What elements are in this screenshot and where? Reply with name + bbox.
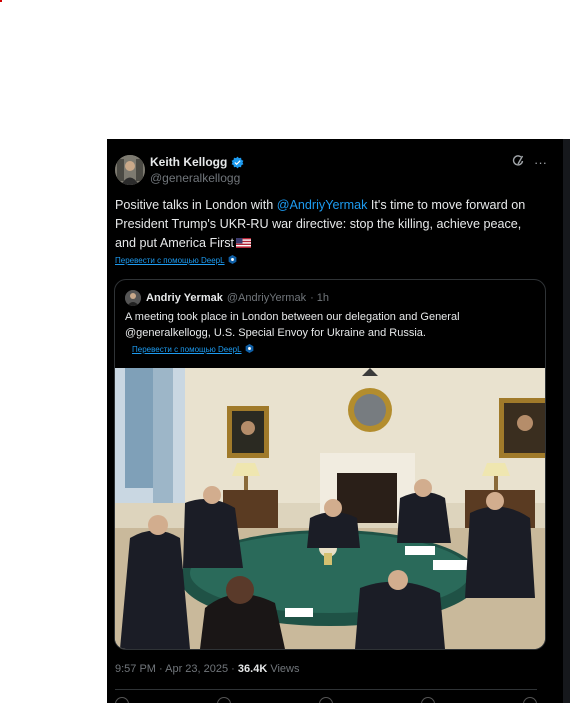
deepl-icon	[245, 344, 253, 353]
meeting-photo[interactable]	[115, 368, 545, 649]
quote-time: · 1h	[310, 292, 330, 304]
author-handle[interactable]: @generalkellogg	[150, 171, 240, 185]
quote-translate-link[interactable]: Перевести с помощью DeepL	[132, 344, 254, 354]
more-icon[interactable]: ···	[534, 155, 547, 170]
views-label: Views	[267, 663, 300, 675]
tweet-text-part-1: Positive talks in London with	[115, 198, 277, 212]
mention-link[interactable]: @AndriyYermak	[277, 198, 368, 212]
author-name-row[interactable]: Keith Kellogg	[150, 155, 244, 169]
bookmark-icon[interactable]	[421, 697, 435, 703]
corner-mark	[0, 0, 2, 2]
views-count: 36.4K	[237, 663, 268, 675]
author-name[interactable]: Keith Kellogg	[150, 155, 227, 169]
quote-tweet[interactable]: Andriy Yermak @AndriyYermak · 1h A meeti…	[114, 279, 546, 650]
repost-icon[interactable]	[217, 697, 231, 703]
tweet-text: Positive talks in London with @AndriyYer…	[115, 196, 540, 253]
author-avatar[interactable]	[115, 155, 145, 185]
like-icon[interactable]	[319, 697, 333, 703]
grok-icon[interactable]	[512, 155, 524, 170]
quote-text: A meeting took place in London between o…	[125, 311, 460, 339]
us-flag-icon	[236, 238, 251, 248]
share-icon[interactable]	[523, 697, 537, 703]
quote-author-name[interactable]: Andriy Yermak	[146, 292, 223, 304]
divider	[115, 689, 537, 690]
action-bar	[115, 697, 537, 703]
quote-author-avatar[interactable]	[125, 290, 141, 306]
reply-icon[interactable]	[115, 697, 129, 703]
tweet-timestamp[interactable]: 9:57 PM · Apr 23, 2025 ·	[115, 663, 238, 675]
tweet-card: Keith Kellogg @generalkellogg ··· Positi…	[107, 139, 563, 703]
translate-link[interactable]: Перевести с помощью DeepL	[115, 255, 237, 265]
scrollbar[interactable]	[563, 139, 570, 703]
translate-label[interactable]: Перевести с помощью DeepL	[115, 256, 225, 265]
deepl-icon	[228, 255, 236, 264]
header-actions: ···	[512, 155, 547, 170]
tweet-meta: 9:57 PM · Apr 23, 2025 · 36.4K Views	[115, 663, 299, 675]
quote-translate-label[interactable]: Перевести с помощью DeepL	[132, 345, 242, 354]
quote-author-handle[interactable]: @AndriyYermak	[227, 292, 306, 304]
verified-badge-icon	[231, 156, 244, 168]
quote-header: Andriy Yermak @AndriyYermak · 1h	[146, 292, 329, 304]
scroll-strip	[563, 139, 570, 703]
